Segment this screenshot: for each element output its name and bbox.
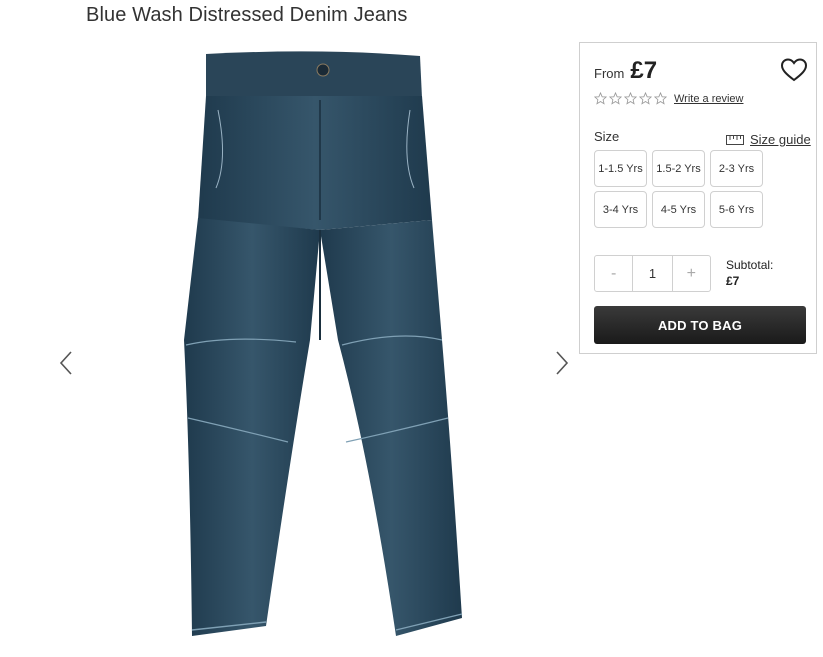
size-option[interactable]: 1.5-2 Yrs	[652, 150, 705, 187]
quantity-increase-button[interactable]: +	[673, 256, 710, 291]
subtotal-label: Subtotal:	[726, 258, 774, 272]
price: £7	[630, 57, 658, 84]
from-label: From	[594, 66, 625, 81]
chevron-left-icon	[59, 351, 72, 375]
rating-row: Write a review	[594, 92, 743, 105]
quantity-decrease-button[interactable]: -	[595, 256, 632, 291]
size-option[interactable]: 4-5 Yrs	[652, 191, 705, 228]
product-title: Blue Wash Distressed Denim Jeans	[86, 4, 408, 26]
write-review-link[interactable]: Write a review	[674, 93, 743, 105]
star-rating	[594, 92, 667, 105]
quantity-stepper: - 1 +	[594, 255, 711, 292]
subtotal-value: £7	[726, 274, 740, 288]
size-option[interactable]: 5-6 Yrs	[710, 191, 763, 228]
gallery-next-button[interactable]	[549, 348, 573, 378]
size-guide-label: Size guide	[750, 132, 811, 147]
size-option[interactable]: 3-4 Yrs	[594, 191, 647, 228]
product-image	[184, 51, 463, 636]
star-icon	[594, 92, 607, 105]
star-icon	[639, 92, 652, 105]
gallery-prev-button[interactable]	[55, 348, 79, 378]
size-option[interactable]: 1-1.5 Yrs	[594, 150, 647, 187]
chevron-right-icon	[556, 351, 569, 375]
star-icon	[609, 92, 622, 105]
star-icon	[654, 92, 667, 105]
wishlist-button[interactable]	[780, 57, 808, 83]
size-guide-link[interactable]: Size guide	[726, 132, 811, 147]
size-option[interactable]: 2-3 Yrs	[710, 150, 763, 187]
price-row: From £7	[594, 57, 657, 85]
add-to-bag-button[interactable]: ADD TO BAG	[594, 306, 806, 344]
subtotal: Subtotal: £7	[726, 257, 773, 289]
ruler-icon	[726, 134, 744, 145]
heart-icon	[780, 58, 808, 82]
size-label: Size	[594, 129, 620, 144]
quantity-input[interactable]: 1	[632, 256, 673, 291]
buy-panel: From £7 Write a review Size Size guide 1…	[579, 42, 817, 354]
star-icon	[624, 92, 637, 105]
